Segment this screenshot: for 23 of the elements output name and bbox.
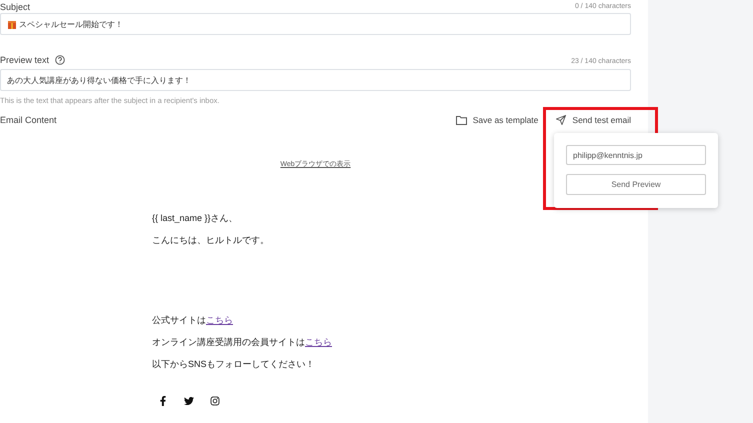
- greeting-text: こんにちは、ヒルトルです。: [152, 234, 270, 246]
- facebook-icon[interactable]: [158, 396, 168, 406]
- body-text: 公式サイトはこちら: [152, 314, 234, 326]
- send-preview-button[interactable]: Send Preview: [566, 174, 706, 195]
- field-label: Preview text: [0, 55, 50, 65]
- subject-field[interactable]: スペシャルセール開始です！: [0, 13, 631, 35]
- body-text: 以下からSNSもフォローしてください！: [152, 358, 316, 370]
- bird-icon[interactable]: [184, 396, 194, 406]
- field-label: Subject: [0, 2, 30, 12]
- camera-icon[interactable]: [210, 396, 220, 406]
- email-input[interactable]: philipp@kenntnis.jp: [566, 145, 706, 165]
- help-icon[interactable]: [55, 55, 66, 65]
- section-label: Email Content: [0, 115, 57, 125]
- greeting-text: {{ last_name }}さん、: [152, 212, 239, 224]
- body-text: オンライン講座受講用の会員サイトはこちら: [152, 336, 333, 348]
- send-test-email-button[interactable]: Send test email: [556, 115, 631, 125]
- gift-icon: [7, 19, 17, 29]
- here-link[interactable]: こちら: [305, 337, 332, 347]
- folder-icon: [456, 116, 467, 124]
- here-link[interactable]: こちら: [206, 315, 233, 325]
- preview-text-field[interactable]: あの大人気講座があり得ない価格で手に入ります！: [0, 69, 631, 91]
- save-template-button[interactable]: Save as template: [456, 115, 538, 125]
- send-icon: [556, 115, 566, 125]
